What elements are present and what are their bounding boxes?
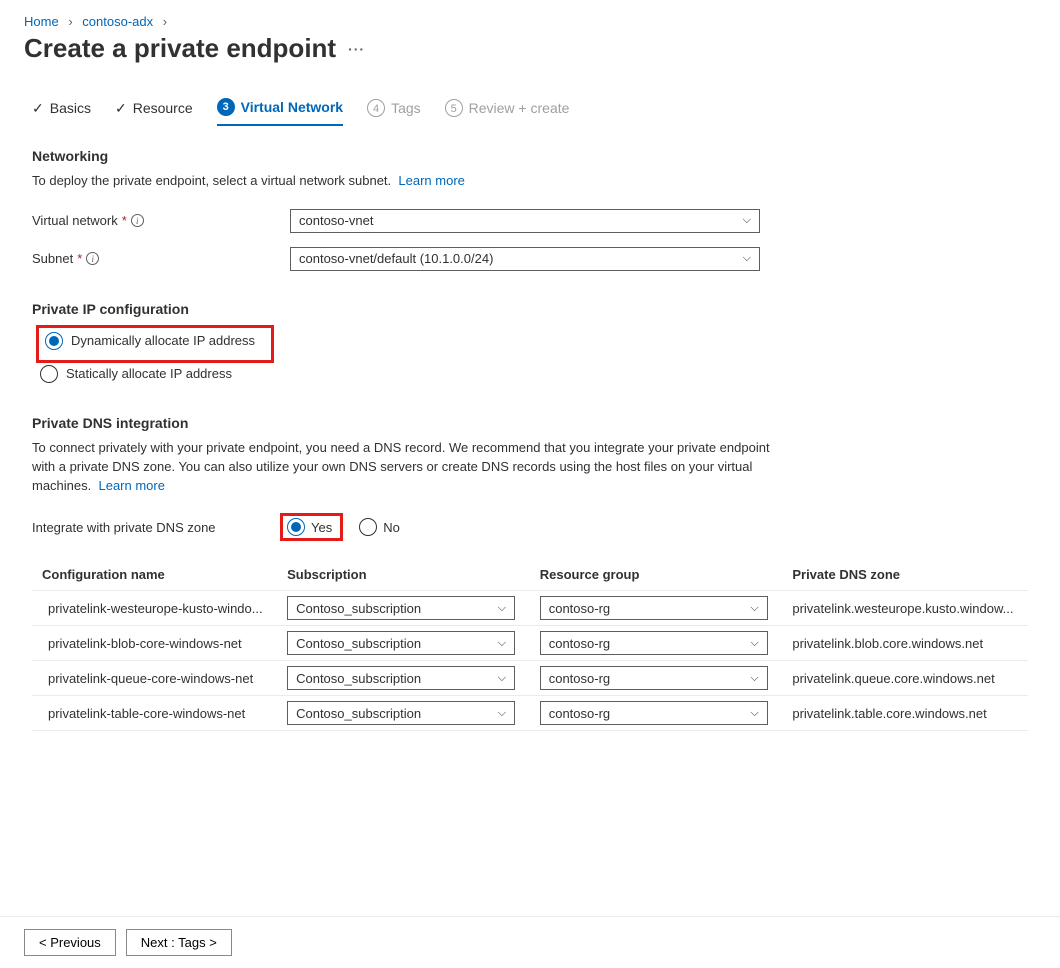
tab-resource[interactable]: ✓ Resource [115,94,193,123]
radio-dynamic-ip[interactable] [45,332,63,350]
subscription-select[interactable]: Contoso_subscription⌵ [287,596,515,620]
radio-dns-yes[interactable] [287,518,305,536]
table-row: privatelink-table-core-windows-net Contos… [32,696,1028,731]
wizard-tabs: ✓ Basics ✓ Resource 3 Virtual Network 4 … [32,92,1028,124]
chevron-down-icon: ⌵ [750,637,758,650]
dns-zone-cell: privatelink.queue.core.windows.net [792,671,1018,686]
config-name-cell: privatelink-table-core-windows-net [48,706,267,721]
chevron-down-icon: ⌵ [750,707,758,720]
chevron-down-icon: ⌵ [743,252,751,265]
radio-dns-yes-label: Yes [311,520,332,535]
col-dns-zone: Private DNS zone [782,559,1028,591]
page-title: Create a private endpoint ··· [24,33,1036,64]
config-name-cell: privatelink-westeurope-kusto-windo... [48,601,267,616]
chevron-down-icon: ⌵ [498,672,506,685]
radio-dns-no[interactable] [359,518,377,536]
info-icon[interactable]: i [86,252,99,265]
check-icon: ✓ [115,100,127,117]
next-button[interactable]: Next : Tags > [126,929,232,956]
step-number-icon: 5 [445,99,463,117]
previous-button[interactable]: < Previous [24,929,116,956]
breadcrumb-cluster[interactable]: contoso-adx [82,14,153,29]
chevron-down-icon: ⌵ [498,602,506,615]
subscription-select[interactable]: Contoso_subscription⌵ [287,666,515,690]
section-dns-desc: To connect privately with your private e… [32,439,792,496]
step-number-icon: 3 [217,98,235,116]
check-icon: ✓ [32,100,44,117]
radio-static-ip-label: Statically allocate IP address [66,366,232,381]
tab-basics[interactable]: ✓ Basics [32,94,91,123]
integrate-dns-label: Integrate with private DNS zone [32,520,280,535]
col-resource-group: Resource group [530,559,783,591]
highlight-box: Dynamically allocate IP address [36,325,274,363]
learn-more-link[interactable]: Learn more [398,173,464,188]
section-dns-head: Private DNS integration [32,415,1028,431]
subnet-label: Subnet* i [32,251,290,266]
radio-dns-no-label: No [383,520,400,535]
table-row: privatelink-westeurope-kusto-windo... Con… [32,591,1028,626]
subnet-select[interactable]: contoso-vnet/default (10.1.0.0/24) ⌵ [290,247,760,271]
chevron-right-icon: › [163,14,167,29]
resource-group-select[interactable]: contoso-rg⌵ [540,631,768,655]
config-name-cell: privatelink-blob-core-windows-net [48,636,267,651]
tab-review-create[interactable]: 5 Review + create [445,93,570,123]
config-name-cell: privatelink-queue-core-windows-net [48,671,267,686]
table-row: privatelink-blob-core-windows-net Contoso… [32,626,1028,661]
chevron-down-icon: ⌵ [743,214,751,227]
chevron-down-icon: ⌵ [750,672,758,685]
dns-zone-cell: privatelink.table.core.windows.net [792,706,1018,721]
tab-tags[interactable]: 4 Tags [367,93,421,123]
resource-group-select[interactable]: contoso-rg⌵ [540,596,768,620]
subscription-select[interactable]: Contoso_subscription⌵ [287,631,515,655]
section-networking-desc: To deploy the private endpoint, select a… [32,172,792,191]
col-subscription: Subscription [277,559,530,591]
dns-zone-table: Configuration name Subscription Resource… [32,559,1028,731]
vnet-label: Virtual network* i [32,213,290,228]
dns-zone-cell: privatelink.blob.core.windows.net [792,636,1018,651]
tab-virtual-network[interactable]: 3 Virtual Network [217,92,343,126]
chevron-down-icon: ⌵ [498,707,506,720]
chevron-down-icon: ⌵ [750,602,758,615]
chevron-down-icon: ⌵ [498,637,506,650]
vnet-select[interactable]: contoso-vnet ⌵ [290,209,760,233]
table-row: privatelink-queue-core-windows-net Contos… [32,661,1028,696]
info-icon[interactable]: i [131,214,144,227]
section-ipconfig-head: Private IP configuration [32,301,1028,317]
wizard-footer: < Previous Next : Tags > [0,916,1060,968]
dns-zone-cell: privatelink.westeurope.kusto.window... [792,601,1018,616]
col-config-name: Configuration name [32,559,277,591]
step-number-icon: 4 [367,99,385,117]
section-networking-head: Networking [32,148,1028,164]
breadcrumb: Home › contoso-adx › [24,14,1036,29]
resource-group-select[interactable]: contoso-rg⌵ [540,666,768,690]
resource-group-select[interactable]: contoso-rg⌵ [540,701,768,725]
radio-static-ip[interactable] [40,365,58,383]
subscription-select[interactable]: Contoso_subscription⌵ [287,701,515,725]
more-actions-icon[interactable]: ··· [348,41,365,57]
learn-more-link[interactable]: Learn more [98,478,164,493]
radio-dynamic-ip-label: Dynamically allocate IP address [71,333,255,348]
breadcrumb-home[interactable]: Home [24,14,59,29]
chevron-right-icon: › [68,14,72,29]
highlight-box: Yes [280,513,343,541]
